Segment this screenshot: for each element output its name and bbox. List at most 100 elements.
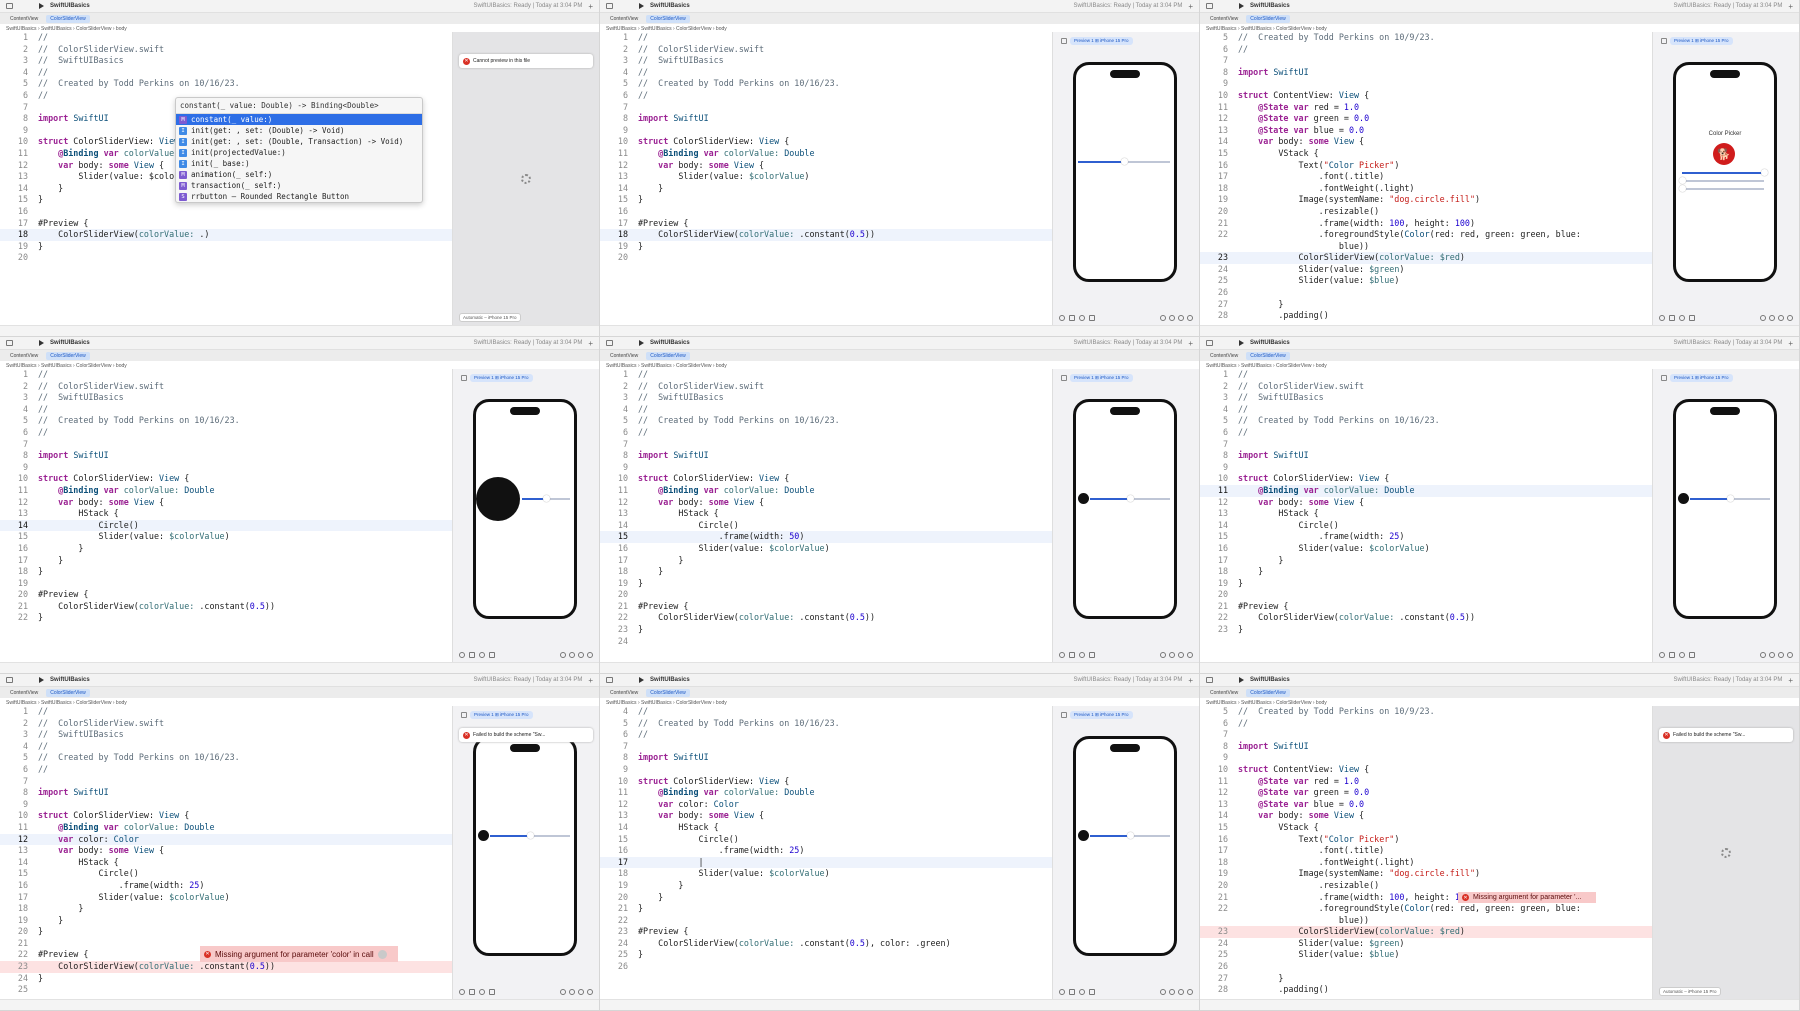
tab-contentview[interactable]: ContentView <box>6 15 42 23</box>
code-line[interactable]: 24 Slider(value: $green) <box>1200 264 1652 276</box>
code-line[interactable]: 12 var body: some View { <box>600 160 1052 172</box>
code-line[interactable]: 14 Circle() <box>600 520 1052 532</box>
sidebar-toggle-icon[interactable] <box>606 677 613 683</box>
code-line[interactable]: 18 .fontWeight(.light) <box>1200 183 1652 195</box>
tab-colorsliderview[interactable]: ColorSliderView <box>1246 14 1290 23</box>
run-button[interactable] <box>639 3 644 9</box>
add-icon[interactable]: + <box>1788 339 1793 348</box>
code-line[interactable]: 7 <box>1200 729 1652 741</box>
zoom-in-icon[interactable] <box>578 989 584 995</box>
code-line[interactable]: 22 ColorSliderView(colorValue: .constant… <box>1200 612 1652 624</box>
code-line[interactable]: 20 #Preview { <box>0 589 452 601</box>
preview-selector[interactable]: Preview 1 ⊞ iPhone 15 Pro <box>1061 36 1133 45</box>
code-editor[interactable]: 1 // 2 // ColorSliderView.swift 3 // SwiftUIB… <box>0 369 452 663</box>
code-line[interactable]: 1 // <box>0 32 452 44</box>
code-line[interactable]: 22 ColorSliderView(colorValue: .constant… <box>600 612 1052 624</box>
code-line[interactable]: 24} <box>0 973 452 985</box>
device-selector[interactable]: Automatic – iPhone 15 Pro <box>459 313 521 322</box>
code-line[interactable]: 4 // <box>600 404 1052 416</box>
code-line[interactable]: 18} <box>0 566 452 578</box>
zoom-fit-icon[interactable] <box>1169 315 1175 321</box>
code-line[interactable]: 15 VStack { <box>1200 148 1652 160</box>
code-line[interactable]: 1 // <box>1200 369 1652 381</box>
zoom-actual-icon[interactable] <box>1787 315 1793 321</box>
sidebar-toggle-icon[interactable] <box>6 677 13 683</box>
zoom-out-icon[interactable] <box>1160 652 1166 658</box>
code-line[interactable]: 15 Slider(value: $colorValue) <box>0 531 452 543</box>
code-line[interactable]: 1 // <box>600 32 1052 44</box>
select-icon[interactable] <box>1669 315 1675 321</box>
variants-icon[interactable] <box>1079 315 1085 321</box>
pin-icon[interactable] <box>1661 374 1667 381</box>
code-line[interactable]: 22 <box>600 915 1052 927</box>
autocomplete-item[interactable]: Iinit(get: , set: (Double, Transaction) … <box>176 136 422 147</box>
code-line[interactable]: 12 var color: Color <box>0 833 452 846</box>
code-line[interactable]: 19} <box>0 241 452 253</box>
slider-thumb[interactable] <box>1679 185 1686 192</box>
device-icon[interactable] <box>1089 989 1095 995</box>
select-icon[interactable] <box>1069 652 1075 658</box>
zoom-in-icon[interactable] <box>578 652 584 658</box>
slider-track[interactable] <box>490 832 570 839</box>
slider-track[interactable] <box>1679 177 1764 184</box>
slider-thumb[interactable] <box>1127 495 1134 502</box>
code-line[interactable]: 14 Circle() <box>1200 520 1652 532</box>
pin-icon[interactable] <box>1061 711 1067 718</box>
autocomplete-item[interactable]: Manimation(_ self:) <box>176 169 422 180</box>
add-icon[interactable]: + <box>588 2 593 11</box>
code-line[interactable]: 12 var body: some View { <box>0 497 452 509</box>
code-line[interactable]: 10 struct ContentView: View { <box>1200 764 1652 776</box>
code-line[interactable]: 25 Slider(value: $blue) <box>1200 949 1652 961</box>
tab-contentview[interactable]: ContentView <box>1206 15 1242 23</box>
code-line[interactable]: 11 @Binding var colorValue: Double <box>0 485 452 497</box>
code-line[interactable]: 7 <box>600 439 1052 451</box>
slider-thumb[interactable] <box>543 495 550 502</box>
zoom-fit-icon[interactable] <box>1769 652 1775 658</box>
code-line[interactable]: 10 struct ColorSliderView: View { <box>600 473 1052 485</box>
code-line[interactable]: 9 <box>1200 78 1652 90</box>
code-line[interactable]: 5 // Created by Todd Perkins on 10/16/23. <box>0 752 452 764</box>
code-line[interactable]: 14 var body: some View { <box>1200 136 1652 148</box>
code-line[interactable]: 22 .foregroundStyle(Color(red: red, gree… <box>1200 229 1652 241</box>
code-line[interactable]: 5 // Created by Todd Perkins on 10/16/23. <box>1200 415 1652 427</box>
code-line[interactable]: 23 ColorSliderView(colorValue: .constant… <box>0 961 452 973</box>
code-line[interactable]: 9 <box>0 799 452 811</box>
code-line[interactable]: 19} <box>600 578 1052 590</box>
code-line[interactable]: 12 var body: some View { <box>1200 497 1652 509</box>
tab-contentview[interactable]: ContentView <box>606 15 642 23</box>
code-line[interactable]: 13 @State var blue = 0.0 <box>1200 125 1652 137</box>
zoom-in-icon[interactable] <box>1778 315 1784 321</box>
slider-thumb[interactable] <box>527 832 534 839</box>
code-line[interactable]: 3 // SwiftUIBasics <box>0 392 452 404</box>
code-line[interactable]: 21 #Preview { <box>600 601 1052 613</box>
code-line[interactable]: 23 #Preview { <box>600 926 1052 938</box>
code-line[interactable]: 13 var body: some View { <box>600 810 1052 822</box>
code-line[interactable]: 9 <box>0 462 452 474</box>
zoom-out-icon[interactable] <box>1160 315 1166 321</box>
code-line[interactable]: 19 Image(systemName: "dog.circle.fill") <box>1200 868 1652 880</box>
code-line[interactable]: 16 Slider(value: $colorValue) <box>1200 543 1652 555</box>
code-line[interactable]: 9 <box>600 764 1052 776</box>
code-line[interactable]: 14 Circle() <box>0 519 452 532</box>
code-line[interactable]: 2 // ColorSliderView.swift <box>600 381 1052 393</box>
sidebar-toggle-icon[interactable] <box>1206 3 1213 9</box>
slider-track[interactable] <box>1078 158 1170 165</box>
autocomplete-item[interactable]: Iinit(_ base:) <box>176 158 422 169</box>
zoom-actual-icon[interactable] <box>1787 652 1793 658</box>
run-button[interactable] <box>639 677 644 683</box>
code-line[interactable]: 18 } <box>1200 566 1652 578</box>
code-line[interactable]: 8 import SwiftUI <box>0 450 452 462</box>
zoom-actual-icon[interactable] <box>1187 652 1193 658</box>
code-line[interactable]: 19 <box>0 578 452 590</box>
run-button[interactable] <box>639 340 644 346</box>
code-line[interactable]: 4 // <box>0 67 452 79</box>
preview-tab[interactable]: Preview 1 ⊞ iPhone 15 Pro <box>1070 36 1133 45</box>
select-icon[interactable] <box>1069 315 1075 321</box>
tab-colorsliderview[interactable]: ColorSliderView <box>46 688 90 697</box>
dismiss-icon[interactable] <box>377 949 387 959</box>
code-line[interactable]: 15 .frame(width: 25) <box>1200 531 1652 543</box>
variants-icon[interactable] <box>1679 315 1685 321</box>
code-line[interactable]: 14 var body: some View { <box>1200 810 1652 822</box>
code-line[interactable]: 8 import SwiftUI <box>600 752 1052 764</box>
zoom-fit-icon[interactable] <box>569 652 575 658</box>
